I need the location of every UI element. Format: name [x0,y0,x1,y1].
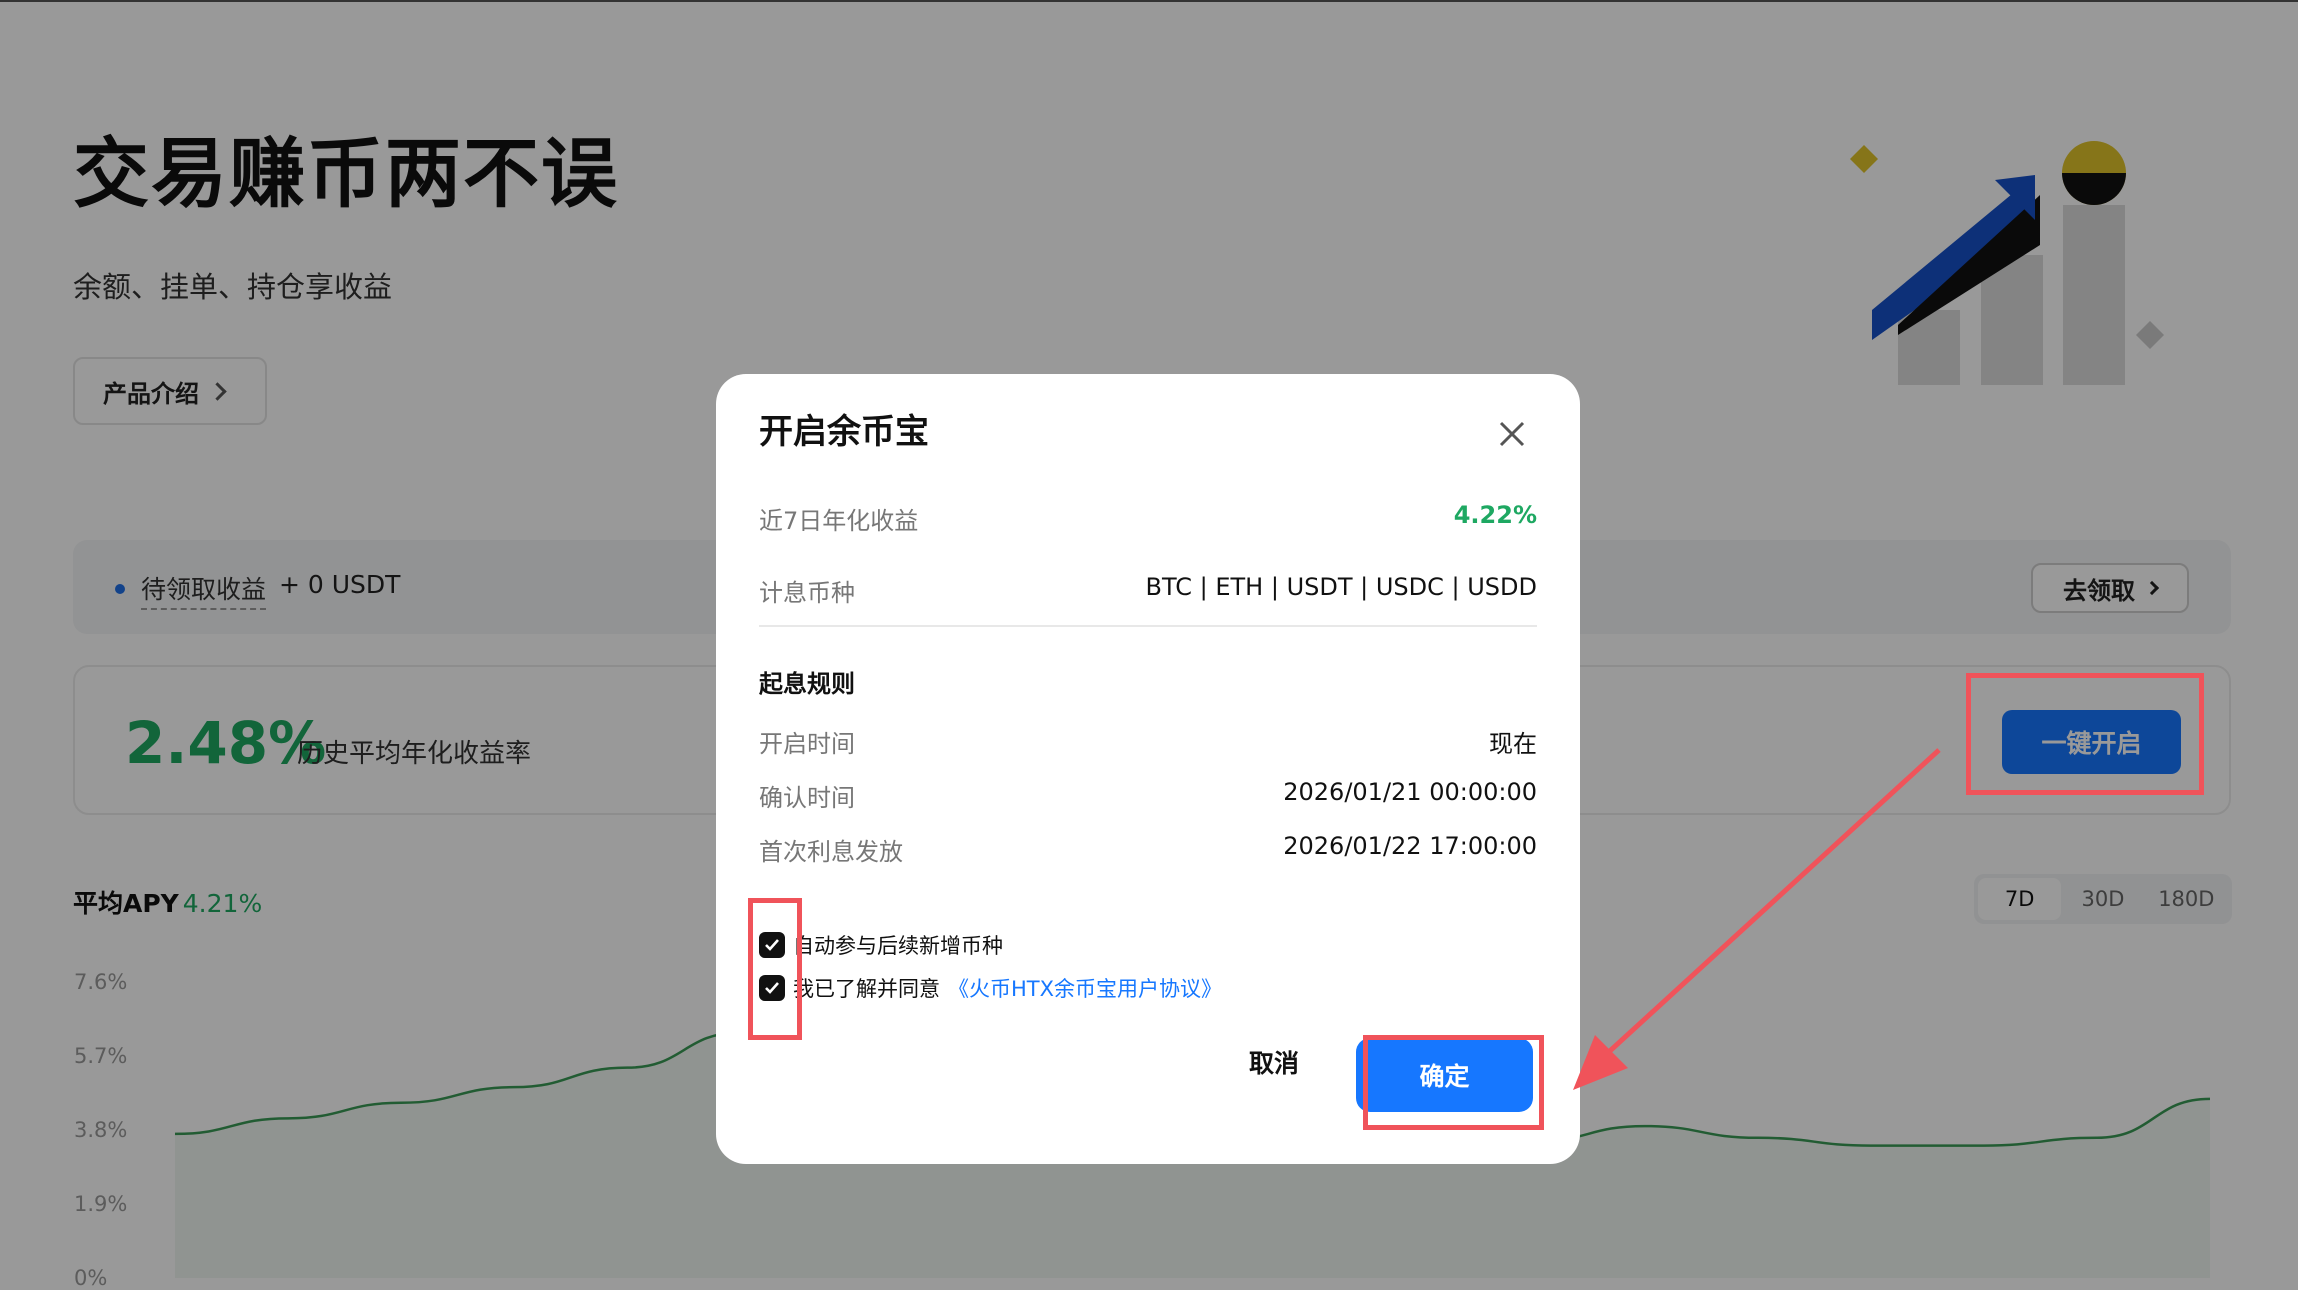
agree-checkbox-row[interactable]: 我已了解并同意 《火币HTX余币宝用户协议》 [759,973,1222,1003]
apy-7d-value: 4.22% [1453,501,1537,529]
check-icon [765,982,779,994]
modal-divider [759,625,1537,627]
rule-start-label: 开启时间 [759,730,855,758]
agree-checkbox[interactable] [759,975,785,1001]
auto-join-checkbox-row[interactable]: 自动参与后续新增币种 [759,930,1003,960]
confirm-button[interactable]: 确定 [1356,1038,1533,1112]
apy-7d-row: 近7日年化收益 4.22% [759,501,1537,536]
currencies-row: 计息币种 BTC | ETH | USDT | USDC | USDD [759,573,1537,608]
check-icon [765,939,779,951]
rule-interest-row: 首次利息发放 2026/01/22 17:00:00 [759,832,1537,867]
rule-start-value: 现在 [1489,730,1537,758]
rule-interest-label: 首次利息发放 [759,838,903,866]
cancel-button[interactable]: 取消 [1206,1034,1342,1090]
rule-confirm-value: 2026/01/21 00:00:00 [1283,778,1537,806]
auto-join-label: 自动参与后续新增币种 [793,934,1003,958]
rule-confirm-row: 确认时间 2026/01/21 00:00:00 [759,778,1537,813]
agree-label: 我已了解并同意 [793,977,940,1001]
apy-7d-label: 近7日年化收益 [759,507,919,535]
modal-title: 开启余币宝 [759,412,929,452]
enable-modal: 开启余币宝 近7日年化收益 4.22% 计息币种 BTC | ETH | USD… [716,374,1580,1164]
currencies-label: 计息币种 [759,579,855,607]
rules-section-title: 起息规则 [759,670,855,698]
rule-start-row: 开启时间 现在 [759,724,1537,759]
user-agreement-link[interactable]: 《火币HTX余币宝用户协议》 [948,973,1222,1003]
rule-confirm-label: 确认时间 [759,784,855,812]
close-icon[interactable] [1496,418,1528,450]
auto-join-checkbox[interactable] [759,932,785,958]
rule-interest-value: 2026/01/22 17:00:00 [1283,832,1537,860]
currencies-value: BTC | ETH | USDT | USDC | USDD [1145,573,1537,601]
